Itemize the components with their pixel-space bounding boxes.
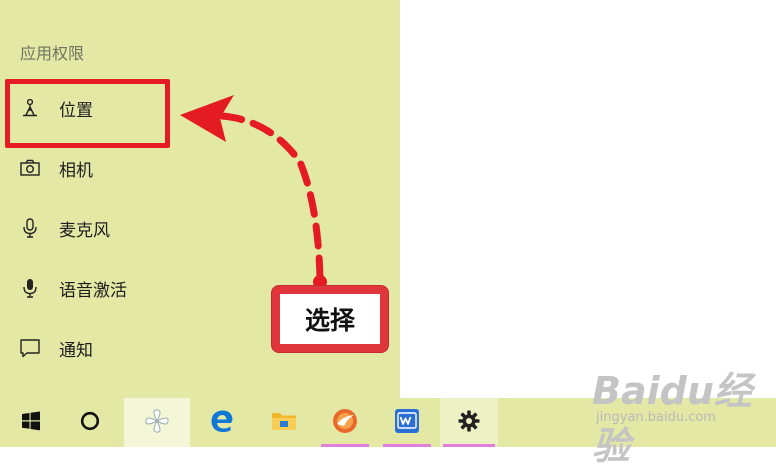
notification-icon: [19, 337, 41, 359]
wps-office-icon: [394, 408, 420, 438]
settings-gear-icon: [457, 409, 481, 437]
windows-start-icon: [21, 411, 41, 435]
microphone-icon: [19, 217, 41, 239]
nav-item-label: 相机: [59, 160, 93, 181]
voice-activation-icon: [19, 277, 41, 299]
highlight-box: [5, 79, 170, 148]
taskbar-orange-browser[interactable]: [318, 398, 372, 447]
orange-browser-icon: [330, 406, 360, 440]
annotation-label: 选择: [280, 294, 380, 344]
taskbar-settings-button[interactable]: [440, 398, 498, 447]
taskbar-search-button[interactable]: [62, 398, 118, 447]
taskbar-edge-button[interactable]: [194, 398, 250, 447]
nav-item-microphone[interactable]: 麦克风: [0, 198, 400, 258]
pinwheel-app-icon: [143, 407, 171, 439]
nav-item-label: 麦克风: [59, 220, 110, 241]
taskbar-start-button[interactable]: [4, 398, 58, 447]
watermark: Baidu经验 jingyan.baidu.com: [592, 360, 772, 468]
nav-item-label: 语音激活: [59, 280, 127, 301]
taskbar-wps-office[interactable]: [380, 398, 434, 447]
file-explorer-icon: [270, 409, 298, 437]
taskbar-file-explorer[interactable]: [256, 398, 312, 447]
watermark-url: jingyan.baidu.com: [596, 410, 716, 425]
cortana-search-icon: [80, 411, 100, 435]
annotation-callout: 选择: [272, 286, 388, 352]
camera-icon: [19, 157, 41, 179]
section-title: 应用权限: [20, 44, 85, 63]
nav-item-label: 通知: [59, 340, 93, 361]
taskbar-pinwheel-app[interactable]: [124, 398, 190, 447]
edge-browser-icon: [209, 408, 235, 438]
